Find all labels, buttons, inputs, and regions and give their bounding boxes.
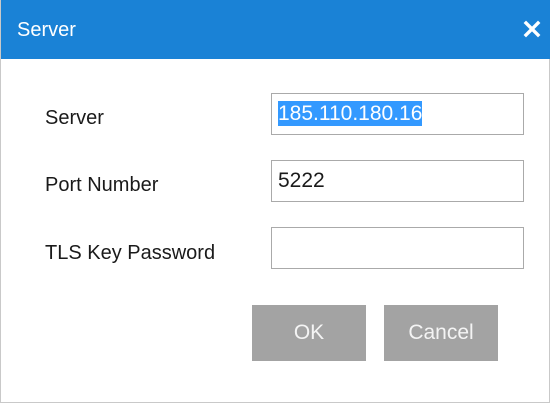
server-label: Server (45, 107, 104, 129)
dialog-title: Server (17, 19, 76, 41)
port-number-label: Port Number (45, 174, 159, 196)
server-field[interactable]: 185.110.180.16 (271, 93, 524, 135)
ok-button[interactable]: OK (252, 305, 366, 361)
server-field-value: 185.110.180.16 (278, 101, 423, 126)
tls-key-password-label: TLS Key Password (45, 242, 216, 264)
port-number-field[interactable]: 5222 (271, 160, 524, 202)
tls-key-password-field[interactable] (271, 227, 524, 269)
port-number-field-value: 5222 (278, 169, 325, 192)
dialog-titlebar[interactable]: Server (1, 0, 550, 59)
cancel-button[interactable]: Cancel (384, 305, 498, 361)
server-dialog: Server Server 185.110.180.16 Port Number… (0, 0, 550, 403)
close-icon[interactable] (519, 16, 545, 42)
